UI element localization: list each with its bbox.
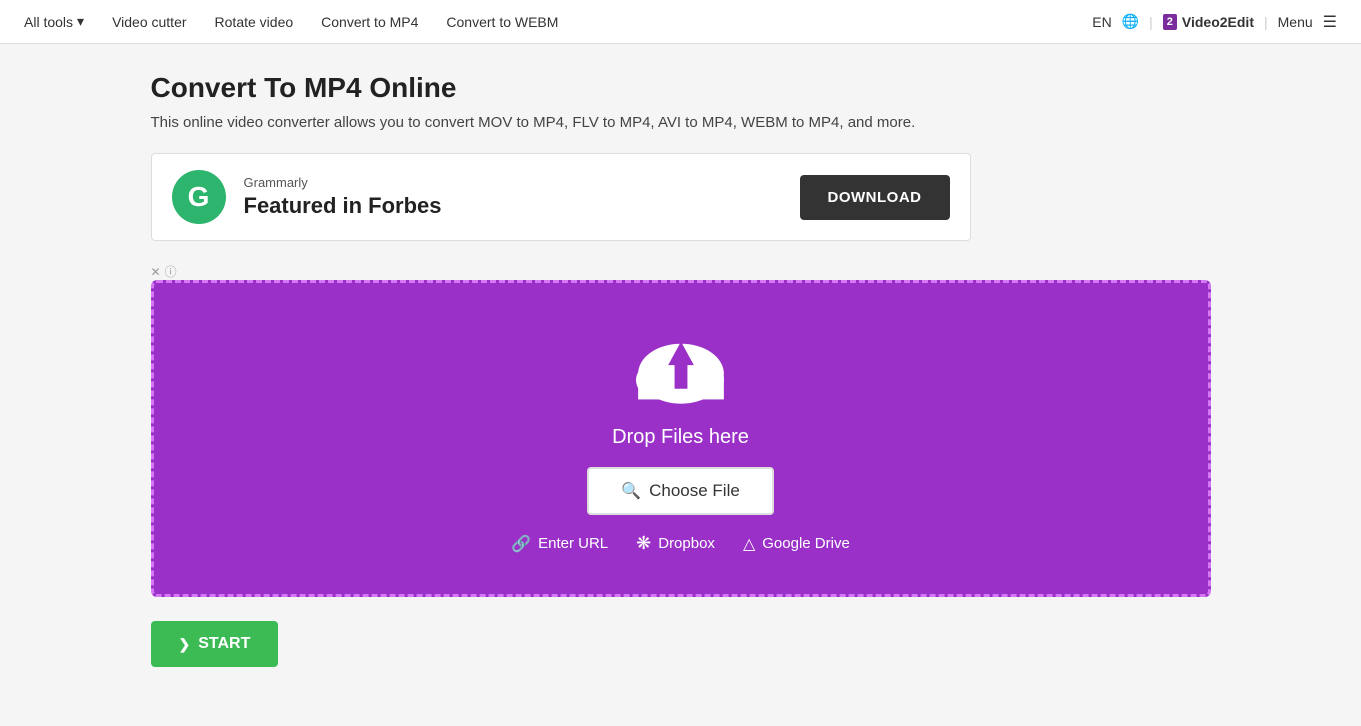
menu-label[interactable]: Menu (1278, 14, 1313, 30)
choose-file-label: Choose File (649, 481, 740, 501)
google-drive-link[interactable]: △ Google Drive (743, 534, 850, 554)
lang-label[interactable]: EN (1092, 14, 1111, 30)
all-tools-label: All tools (24, 14, 73, 30)
nav-convert-webm[interactable]: Convert to WEBM (446, 14, 558, 30)
nav-convert-mp4[interactable]: Convert to MP4 (321, 14, 418, 30)
google-drive-label: Google Drive (762, 535, 850, 552)
ad-info-icon[interactable]: ⓘ (165, 263, 177, 280)
start-arrow-icon: ❯ (179, 636, 191, 653)
start-label: START (198, 635, 250, 653)
ad-banner: G Grammarly Featured in Forbes DOWNLOAD (151, 153, 971, 241)
page-title: Convert To MP4 Online (151, 72, 1211, 104)
globe-icon: 🌐 (1122, 13, 1139, 30)
enter-url-link[interactable]: 🔗 Enter URL (511, 534, 608, 554)
ad-brand-name: Grammarly (244, 175, 782, 190)
cloud-svg (631, 333, 731, 408)
ad-download-button[interactable]: DOWNLOAD (800, 175, 950, 220)
enter-url-label: Enter URL (538, 535, 608, 552)
nav-all-tools[interactable]: All tools ▾ (24, 13, 84, 30)
brand-name: Video2Edit (1182, 14, 1254, 30)
ad-logo: G (172, 170, 226, 224)
navbar-right: EN 🌐 | 2 Video2Edit | Menu ☰ (1092, 12, 1337, 32)
ad-text-block: Grammarly Featured in Forbes (244, 175, 782, 219)
separator-1: | (1149, 14, 1153, 30)
nav-video-cutter[interactable]: Video cutter (112, 14, 186, 30)
drop-zone[interactable]: Drop Files here 🔍 Choose File 🔗 Enter UR… (151, 280, 1211, 597)
dropbox-link[interactable]: ❋ Dropbox (636, 533, 715, 554)
ad-close-icon[interactable]: ✕ (151, 265, 161, 279)
ad-logo-letter: G (188, 181, 210, 213)
ad-headline: Featured in Forbes (244, 193, 782, 219)
brand-logo-box: 2 (1163, 14, 1177, 30)
nav-rotate-video[interactable]: Rotate video (215, 14, 294, 30)
choose-file-button[interactable]: 🔍 Choose File (587, 467, 774, 515)
menu-icon[interactable]: ☰ (1323, 12, 1337, 32)
chevron-down-icon: ▾ (77, 13, 84, 30)
google-drive-icon: △ (743, 534, 755, 554)
start-button[interactable]: ❯ START (151, 621, 279, 667)
dropbox-label: Dropbox (658, 535, 715, 552)
upload-cloud-icon (631, 333, 731, 408)
navbar-left: All tools ▾ Video cutter Rotate video Co… (24, 13, 1092, 30)
search-icon: 🔍 (621, 481, 641, 501)
page-subtitle: This online video converter allows you t… (151, 114, 1211, 131)
brand-logo[interactable]: 2 Video2Edit (1163, 14, 1254, 30)
link-icon: 🔗 (511, 534, 531, 554)
dropbox-icon: ❋ (636, 533, 651, 554)
drop-text: Drop Files here (612, 426, 749, 449)
ad-footer: ✕ ⓘ (151, 263, 1211, 280)
navbar: All tools ▾ Video cutter Rotate video Co… (0, 0, 1361, 44)
drop-extra-links: 🔗 Enter URL ❋ Dropbox △ Google Drive (511, 533, 850, 554)
main-content: Convert To MP4 Online This online video … (131, 44, 1231, 707)
separator-2: | (1264, 14, 1268, 30)
